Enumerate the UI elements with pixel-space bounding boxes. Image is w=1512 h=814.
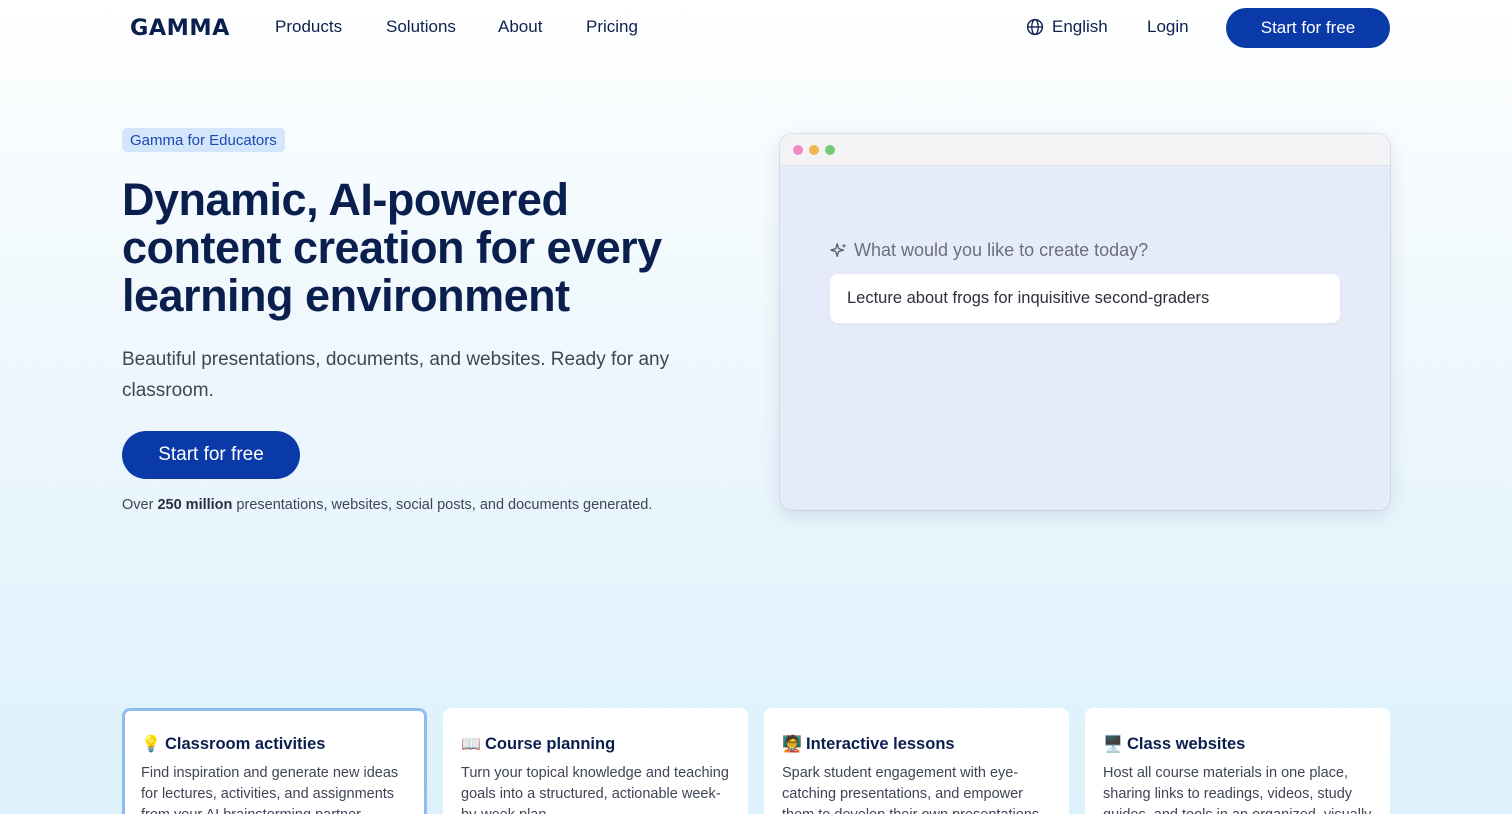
top-nav: GAMMA Products Solutions About Pricing E… (0, 0, 1512, 56)
prompt-demo-window: What would you like to create today? Lec… (780, 134, 1390, 510)
card-title-text: Classroom activities (165, 734, 326, 753)
gamma-logo[interactable]: GAMMA (130, 14, 232, 40)
teacher-icon: 🧑‍🏫 (782, 736, 802, 753)
card-title: 💡 Classroom activities (141, 734, 409, 754)
card-description: Host all course materials in one place, … (1103, 765, 1371, 814)
hero-title: Dynamic, AI-powered content creation for… (122, 174, 662, 321)
stat-suffix: presentations, websites, social posts, a… (232, 497, 653, 513)
prompt-input[interactable]: Lecture about frogs for inquisitive seco… (830, 274, 1340, 323)
window-titlebar (780, 134, 1390, 166)
prompt-label-text: What would you like to create today? (854, 240, 1149, 260)
open-book-icon: 📖 (461, 736, 481, 753)
window-close-dot (793, 145, 803, 155)
card-interactive-lessons[interactable]: 🧑‍🏫 Interactive lessons Spark student en… (764, 708, 1069, 814)
hero-subtitle: Beautiful presentations, documents, and … (122, 349, 670, 401)
login-link[interactable]: Login (1147, 17, 1189, 37)
usage-stat: Over 250 million presentations, websites… (122, 497, 652, 513)
window-minimize-dot (809, 145, 819, 155)
lightbulb-icon: 💡 (141, 736, 161, 753)
card-title-text: Interactive lessons (806, 734, 955, 753)
card-course-planning[interactable]: 📖 Course planning Turn your topical know… (443, 708, 748, 814)
nav-link-about[interactable]: About (498, 17, 542, 37)
card-title: 📖 Course planning (461, 734, 730, 754)
card-title: 🖥️ Class websites (1103, 734, 1372, 754)
card-classroom-activities[interactable]: 💡 Classroom activities Find inspiration … (122, 708, 427, 814)
globe-icon (1026, 18, 1044, 36)
card-title: 🧑‍🏫 Interactive lessons (782, 734, 1051, 754)
window-maximize-dot (825, 145, 835, 155)
card-class-websites[interactable]: 🖥️ Class websites Host all course materi… (1085, 708, 1390, 814)
card-description: Turn your topical knowledge and teaching… (461, 765, 729, 814)
svg-text:GAMMA: GAMMA (130, 16, 230, 40)
educators-badge: Gamma for Educators (122, 128, 285, 152)
sparkle-icon (830, 242, 847, 257)
nav-start-for-free-button[interactable]: Start for free (1226, 8, 1390, 48)
card-title-text: Class websites (1127, 734, 1246, 753)
language-label: English (1052, 17, 1108, 36)
card-description: Find inspiration and generate new ideas … (141, 765, 399, 814)
language-selector[interactable]: English (1026, 17, 1108, 37)
nav-link-products[interactable]: Products (275, 17, 342, 37)
prompt-label: What would you like to create today? (830, 240, 1148, 261)
stat-prefix: Over (122, 497, 158, 513)
card-description: Spark student engagement with eye-catchi… (782, 765, 1043, 814)
card-title-text: Course planning (485, 734, 616, 753)
nav-link-pricing[interactable]: Pricing (586, 17, 638, 37)
nav-link-solutions[interactable]: Solutions (386, 17, 456, 37)
desktop-computer-icon: 🖥️ (1103, 736, 1123, 753)
stat-number: 250 million (157, 497, 233, 513)
hero-start-for-free-button[interactable]: Start for free (122, 431, 300, 479)
